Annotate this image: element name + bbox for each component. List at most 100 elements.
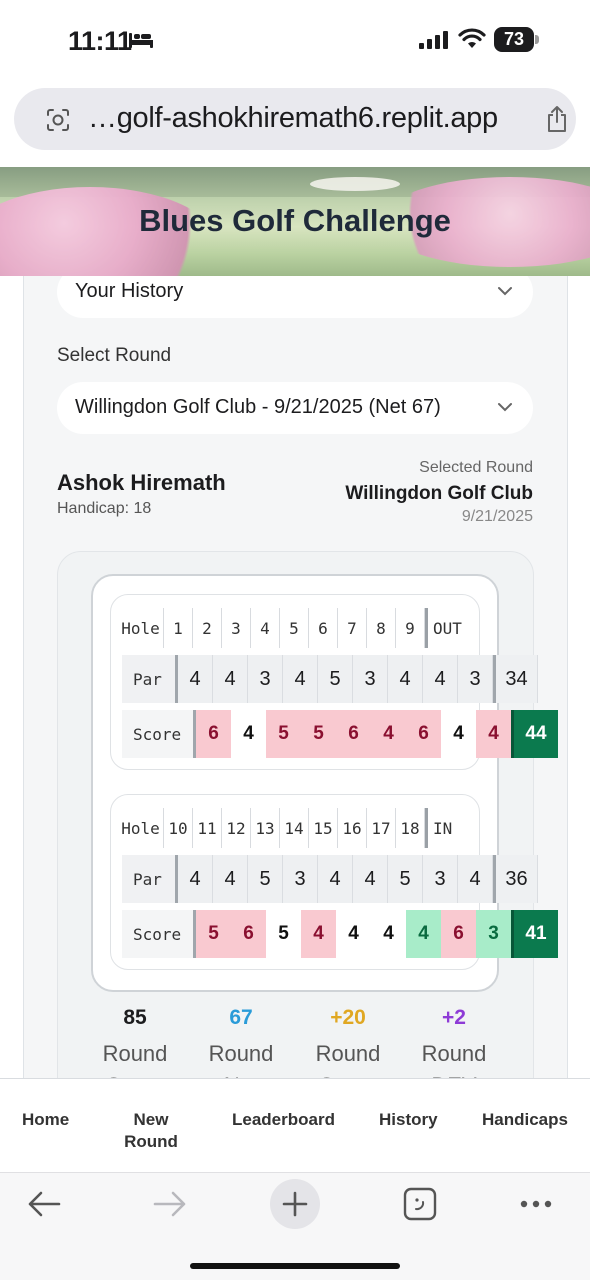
par-value: 5 xyxy=(318,655,353,703)
score-label: Score xyxy=(122,910,196,958)
score-value: 4 xyxy=(441,710,476,758)
hole-number: 10 xyxy=(164,808,193,848)
home-indicator xyxy=(190,1263,400,1269)
score-value: 5 xyxy=(196,910,231,958)
hole-number: 8 xyxy=(367,608,396,648)
stat-value: 67 xyxy=(229,1006,253,1029)
score-value: 4 xyxy=(406,910,441,958)
hole-number: 12 xyxy=(222,808,251,848)
hole-number: 17 xyxy=(367,808,396,848)
nav-new-round-line2: Round xyxy=(124,1132,178,1151)
stat-round-score: 85 Round Score xyxy=(82,1006,188,1078)
par-value: 4 xyxy=(423,655,458,703)
par-value: 4 xyxy=(388,655,423,703)
share-icon[interactable] xyxy=(545,105,569,133)
forward-arrow-icon[interactable] xyxy=(152,1190,188,1218)
par-total: 36 xyxy=(493,855,538,903)
tabs-icon[interactable] xyxy=(403,1187,437,1221)
front-par-row: Par 4 4 3 4 5 3 4 4 3 34 xyxy=(122,655,538,703)
stat-round-over-par: +20 Round Score xyxy=(295,1006,401,1078)
url-text[interactable]: …golf-ashokhiremath6.replit.app xyxy=(88,102,498,135)
score-label: Score xyxy=(122,710,196,758)
bed-icon xyxy=(129,33,153,48)
score-value: 6 xyxy=(231,910,266,958)
hole-number: 4 xyxy=(251,608,280,648)
battery-level: 73 xyxy=(503,29,525,49)
back-score-row: Score 5 6 5 4 4 4 4 6 3 41 xyxy=(122,910,558,958)
select-round-label: Select Round xyxy=(57,345,172,366)
wifi-icon xyxy=(458,28,486,48)
battery-indicator: 73 xyxy=(494,27,534,52)
score-value: 4 xyxy=(371,710,406,758)
stat-label: Round xyxy=(102,1041,168,1066)
back-arrow-icon[interactable] xyxy=(26,1190,62,1218)
nav-new-round[interactable]: New Round xyxy=(124,1109,178,1153)
selected-round-caption: Selected Round xyxy=(419,459,533,476)
plus-icon xyxy=(282,1191,308,1217)
par-value: 3 xyxy=(458,655,493,703)
hole-number: 7 xyxy=(338,608,367,648)
score-value: 6 xyxy=(406,710,441,758)
player-handicap: Handicap: 18 xyxy=(57,500,152,517)
hole-number: 2 xyxy=(193,608,222,648)
hole-total-label: OUT xyxy=(425,608,475,648)
stat-label-2: Score xyxy=(82,1070,188,1078)
stat-label-2: DEV xyxy=(401,1070,507,1078)
hole-total-label: IN xyxy=(425,808,475,848)
front-score-row: Score 6 4 5 5 6 4 6 4 4 44 xyxy=(122,710,558,758)
hero-banner: Blues Golf Challenge xyxy=(0,167,590,276)
stat-value: +2 xyxy=(442,1006,466,1029)
hole-number: 6 xyxy=(309,608,338,648)
hole-number: 9 xyxy=(396,608,425,648)
stat-value: +20 xyxy=(330,1006,366,1029)
stat-label: Round xyxy=(208,1041,274,1066)
address-bar[interactable]: …golf-ashokhiremath6.replit.app xyxy=(14,88,576,150)
score-value: 4 xyxy=(476,710,511,758)
round-select-value: Willingdon Golf Club - 9/21/2025 (Net 67… xyxy=(75,396,441,418)
hole-number: 5 xyxy=(280,608,309,648)
par-label: Par xyxy=(122,855,178,903)
chevron-down-icon xyxy=(498,287,512,296)
score-value: 4 xyxy=(371,910,406,958)
stat-round-dev: +2 Round DEV xyxy=(401,1006,507,1078)
more-icon[interactable] xyxy=(519,1199,553,1209)
nav-new-round-line1: New xyxy=(133,1110,169,1129)
par-value: 4 xyxy=(283,655,318,703)
round-stats: 85 Round Score 67 Round Net +20 Round Sc… xyxy=(80,1000,520,1078)
score-value: 4 xyxy=(231,710,266,758)
front-hole-row: Hole 1 2 3 4 5 6 7 8 9 OUT xyxy=(118,608,478,648)
nav-leaderboard[interactable]: Leaderboard xyxy=(232,1109,335,1131)
stat-label-2: Score xyxy=(295,1070,401,1078)
par-value: 3 xyxy=(248,655,283,703)
hole-number: 15 xyxy=(309,808,338,848)
back-hole-row: Hole 10 11 12 13 14 15 16 17 18 IN xyxy=(118,808,478,848)
stat-label-2: Net xyxy=(188,1070,294,1078)
nav-history[interactable]: History xyxy=(379,1109,438,1131)
hole-number: 3 xyxy=(222,608,251,648)
stat-round-net: 67 Round Net xyxy=(188,1006,294,1078)
hole-number: 14 xyxy=(280,808,309,848)
par-value: 4 xyxy=(353,855,388,903)
round-select[interactable]: Willingdon Golf Club - 9/21/2025 (Net 67… xyxy=(57,382,533,434)
signal-icon xyxy=(419,31,448,49)
par-value: 4 xyxy=(178,855,213,903)
score-total: 44 xyxy=(511,710,558,758)
score-value: 5 xyxy=(301,710,336,758)
par-value: 5 xyxy=(388,855,423,903)
selected-round-date: 9/21/2025 xyxy=(461,508,533,525)
app-title: Blues Golf Challenge xyxy=(139,203,451,238)
nav-home[interactable]: Home xyxy=(22,1109,69,1131)
hole-label: Hole xyxy=(118,608,164,648)
par-label: Par xyxy=(122,655,178,703)
score-value: 6 xyxy=(336,710,371,758)
new-tab-button[interactable] xyxy=(270,1179,320,1229)
page-lens-icon[interactable] xyxy=(45,107,71,133)
hole-number: 1 xyxy=(164,608,193,648)
player-name: Ashok Hiremath xyxy=(57,470,226,495)
par-total: 34 xyxy=(493,655,538,703)
par-value: 3 xyxy=(353,655,388,703)
bottom-nav: Home New Round Leaderboard History Handi… xyxy=(0,1078,590,1172)
history-select-value: Your History xyxy=(75,280,184,302)
stat-value: 85 xyxy=(123,1006,147,1029)
nav-handicaps[interactable]: Handicaps xyxy=(482,1109,568,1131)
